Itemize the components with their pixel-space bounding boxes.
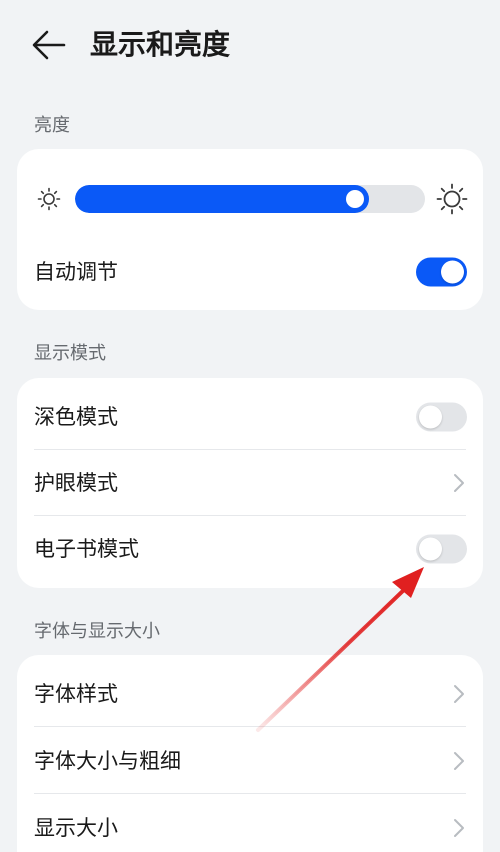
font-size-weight-row[interactable]: 字体大小与粗细 [17, 728, 483, 794]
auto-brightness-label: 自动调节 [34, 260, 118, 284]
display-mode-card: 深色模式 护眼模式 电子书模式 [17, 378, 483, 588]
arrow-left-icon[interactable] [30, 28, 68, 62]
chevron-right-icon [454, 685, 464, 703]
dark-mode-toggle[interactable] [416, 402, 467, 432]
brightness-card: 自动调节 [17, 149, 483, 310]
eye-comfort-label: 护眼模式 [34, 471, 118, 495]
display-brightness-settings-page: 显示和亮度 亮度 自动调节 显示模式 深色模式 护眼模式 电子书模式 字体与显示… [0, 0, 500, 852]
brightness-slider-row [17, 177, 483, 221]
font-style-row[interactable]: 字体样式 [17, 661, 483, 727]
toggle-knob [441, 260, 464, 284]
auto-brightness-row[interactable]: 自动调节 [17, 239, 483, 305]
dark-mode-row[interactable]: 深色模式 [17, 384, 483, 450]
font-size-weight-label: 字体大小与粗细 [34, 749, 181, 773]
chevron-right-icon [454, 819, 464, 837]
section-label-brightness: 亮度 [34, 115, 70, 136]
chevron-right-icon [454, 752, 464, 770]
toggle-knob [419, 405, 442, 429]
sun-large-icon [436, 183, 468, 215]
auto-brightness-toggle[interactable] [416, 257, 467, 287]
chevron-right-icon [454, 474, 464, 492]
divider [34, 726, 466, 727]
eye-comfort-row[interactable]: 护眼模式 [17, 450, 483, 516]
brightness-slider-fill [75, 185, 369, 213]
brightness-slider-thumb[interactable] [346, 190, 364, 208]
sun-small-icon [37, 187, 61, 211]
page-title: 显示和亮度 [90, 28, 231, 61]
header: 显示和亮度 [0, 0, 500, 90]
display-size-label: 显示大小 [34, 816, 118, 840]
brightness-slider[interactable] [75, 185, 425, 213]
font-style-label: 字体样式 [34, 682, 118, 706]
section-label-display-mode: 显示模式 [34, 343, 106, 364]
dark-mode-label: 深色模式 [34, 405, 118, 429]
section-label-font-display-size: 字体与显示大小 [34, 621, 160, 642]
ebook-mode-toggle[interactable] [416, 534, 467, 564]
divider [34, 793, 466, 794]
toggle-knob [419, 537, 442, 561]
ebook-mode-label: 电子书模式 [34, 537, 139, 561]
font-display-size-card: 字体样式 字体大小与粗细 显示大小 [17, 655, 483, 852]
display-size-row[interactable]: 显示大小 [17, 795, 483, 852]
ebook-mode-row[interactable]: 电子书模式 [17, 516, 483, 582]
